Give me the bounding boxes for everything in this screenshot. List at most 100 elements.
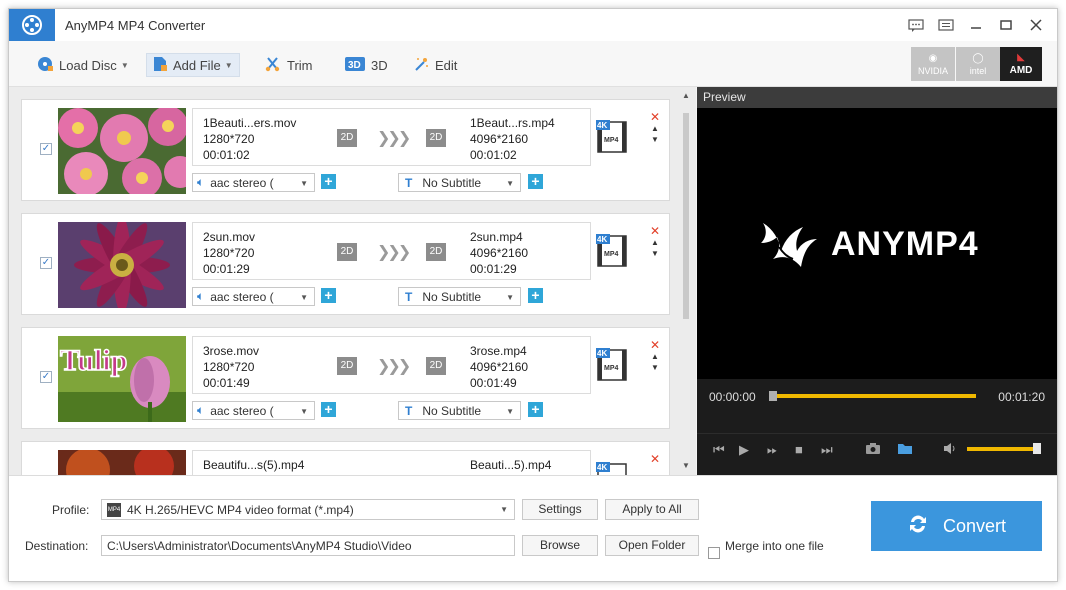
add-audio-track-button[interactable]: + <box>321 288 336 303</box>
thumbnail-caption: Tulip <box>60 344 127 377</box>
trim-button[interactable]: Trim <box>259 53 319 77</box>
browse-button[interactable]: Browse <box>522 535 598 556</box>
load-disc-button[interactable]: Load Disc ▼ <box>31 53 135 77</box>
play-icon[interactable]: ▶ <box>739 442 749 458</box>
file-checkbox[interactable]: ✓ <box>40 257 52 269</box>
conversion-info[interactable]: 1Beauti...ers.mov 1280*720 00:01:02 2D ❯… <box>192 108 591 166</box>
speaker-icon: 🔈︎ <box>197 289 205 303</box>
svg-text:4K: 4K <box>597 349 607 358</box>
source-resolution: 1280*720 <box>203 132 255 146</box>
move-up-icon[interactable]: ▲ <box>648 351 662 362</box>
move-down-icon[interactable]: ▼ <box>648 248 662 259</box>
scroll-up-icon[interactable]: ▲ <box>682 91 690 100</box>
subtitle-select[interactable]: T No Subtitle ▼ <box>398 173 521 192</box>
3d-button[interactable]: 3D 3D <box>339 53 394 77</box>
merge-label: Merge into one file <box>725 539 824 553</box>
svg-text:3D: 3D <box>348 60 361 71</box>
audio-track-select[interactable]: 🔈︎ aac stereo ( ▼ <box>192 173 315 192</box>
nvidia-acceleration-badge[interactable]: ◉ NVIDIA <box>911 47 955 81</box>
subtitle-value: No Subtitle <box>422 403 482 418</box>
remove-file-icon[interactable]: ✕ <box>648 339 662 351</box>
menu-icon[interactable] <box>931 9 961 41</box>
remove-file-icon[interactable]: ✕ <box>648 225 662 237</box>
preview-header: Preview <box>697 87 1057 108</box>
subtitle-select[interactable]: T No Subtitle ▼ <box>398 287 521 306</box>
open-folder-button[interactable]: Open Folder <box>605 535 699 556</box>
add-subtitle-button[interactable]: + <box>528 288 543 303</box>
fast-forward-icon[interactable]: ⏩︎ <box>767 442 777 458</box>
previous-icon[interactable]: ⏮︎ <box>713 442 725 458</box>
app-title: AnyMP4 MP4 Converter <box>65 18 206 33</box>
conversion-info[interactable]: 3rose.mov 1280*720 00:01:49 2D ❯❯❯ 2D 3r… <box>192 336 591 394</box>
anymp4-logo: ANYMP4 <box>759 217 979 271</box>
amd-acceleration-badge[interactable]: ◣ AMD <box>1000 47 1042 81</box>
profile-select[interactable]: MP4 4K H.265/HEVC MP4 video format (*.mp… <box>101 499 515 520</box>
file-checkbox[interactable]: ✓ <box>40 371 52 383</box>
file-item[interactable]: ✓ 1Beauti...ers.mov 1280*720 00:01:02 2D… <box>21 99 670 201</box>
file-checkbox[interactable]: ✓ <box>40 143 52 155</box>
snapshot-icon[interactable] <box>865 442 881 458</box>
move-down-icon[interactable]: ▼ <box>648 362 662 373</box>
subtitle-select[interactable]: T No Subtitle ▼ <box>398 401 521 420</box>
remove-file-icon[interactable]: ✕ <box>648 453 662 465</box>
close-icon[interactable] <box>1021 9 1051 41</box>
scroll-down-icon[interactable]: ▼ <box>682 461 690 470</box>
4k-mp4-format-icon[interactable]: 4K MP4 <box>596 348 628 382</box>
audio-track-select[interactable]: 🔈︎ aac stereo ( ▼ <box>192 287 315 306</box>
film-reel-icon <box>22 15 42 35</box>
add-subtitle-button[interactable]: + <box>528 174 543 189</box>
file-item[interactable]: Beautifu...s(5).mp4 Beauti...5).mp4 4K ✕ <box>21 441 670 475</box>
preview-panel: Preview ANYMP4 00:00:00 00:01:20 ⏮︎ ▶ ⏩︎… <box>697 87 1057 475</box>
seek-bar[interactable] <box>771 394 976 398</box>
apply-to-all-button[interactable]: Apply to All <box>605 499 699 520</box>
volume-icon[interactable] <box>943 442 959 458</box>
destination-input[interactable]: C:\Users\Administrator\Documents\AnyMP4 … <box>101 535 515 556</box>
add-audio-track-button[interactable]: + <box>321 174 336 189</box>
convert-button[interactable]: Convert <box>871 501 1042 551</box>
amd-logo-icon: ◣ <box>1017 52 1025 63</box>
4k-mp4-format-icon[interactable]: 4K <box>596 462 628 475</box>
4k-mp4-format-icon[interactable]: 4K MP4 <box>596 234 628 268</box>
file-item[interactable]: ✓ 2sun.mov 1280*720 00:01:29 2D ❯❯❯ 2D 2… <box>21 213 670 315</box>
move-up-icon[interactable]: ▲ <box>648 237 662 248</box>
source-resolution: 1280*720 <box>203 360 255 374</box>
output-2d-badge: 2D <box>426 129 446 147</box>
volume-slider[interactable] <box>967 447 1037 451</box>
conversion-info[interactable]: 2sun.mov 1280*720 00:01:29 2D ❯❯❯ 2D 2su… <box>192 222 591 280</box>
next-icon[interactable]: ⏭︎ <box>821 442 833 458</box>
file-item[interactable]: ✓ Tulip 3rose.mov 1280*720 00:01:49 2D ❯… <box>21 327 670 429</box>
add-file-button[interactable]: Add File ▼ <box>146 53 240 77</box>
scrollbar-thumb[interactable] <box>683 113 689 319</box>
flame-logo-icon <box>761 223 817 267</box>
remove-file-icon[interactable]: ✕ <box>648 111 662 123</box>
edit-button[interactable]: Edit <box>407 53 463 77</box>
audio-track-select[interactable]: 🔈︎ aac stereo ( ▼ <box>192 401 315 420</box>
svg-text:4K: 4K <box>597 121 607 130</box>
minimize-icon[interactable] <box>961 9 991 41</box>
video-thumbnail: Tulip <box>58 336 186 422</box>
refresh-icon <box>907 513 929 540</box>
merge-checkbox[interactable] <box>708 547 720 559</box>
add-subtitle-button[interactable]: + <box>528 402 543 417</box>
stop-icon[interactable]: ■ <box>795 442 803 457</box>
convert-arrows-icon: ❯❯❯ <box>377 358 411 375</box>
seek-handle[interactable] <box>769 391 777 401</box>
intel-acceleration-badge[interactable]: ◯ intel <box>956 47 1000 81</box>
4k-mp4-format-icon[interactable]: 4K MP4 <box>596 120 628 154</box>
maximize-icon[interactable] <box>991 9 1021 41</box>
file-list-scrollbar[interactable]: ▲ ▼ <box>679 87 693 475</box>
conversion-info[interactable]: Beautifu...s(5).mp4 Beauti...5).mp4 <box>192 450 591 475</box>
move-down-icon[interactable]: ▼ <box>648 134 662 145</box>
add-audio-track-button[interactable]: + <box>321 402 336 417</box>
open-folder-icon[interactable] <box>897 442 913 458</box>
volume-handle[interactable] <box>1033 443 1041 454</box>
chevron-down-icon: ▼ <box>506 179 514 188</box>
title-bar: AnyMP4 MP4 Converter <box>9 9 1057 41</box>
feedback-icon[interactable] <box>901 9 931 41</box>
move-up-icon[interactable]: ▲ <box>648 123 662 134</box>
settings-button[interactable]: Settings <box>522 499 598 520</box>
video-thumbnail <box>58 450 186 475</box>
convert-arrows-icon: ❯❯❯ <box>377 244 411 261</box>
toolbar: Load Disc ▼ Add File ▼ Trim 3D 3D Edit ◉… <box>9 41 1057 87</box>
mp4-format-icon: MP4 <box>107 502 121 517</box>
